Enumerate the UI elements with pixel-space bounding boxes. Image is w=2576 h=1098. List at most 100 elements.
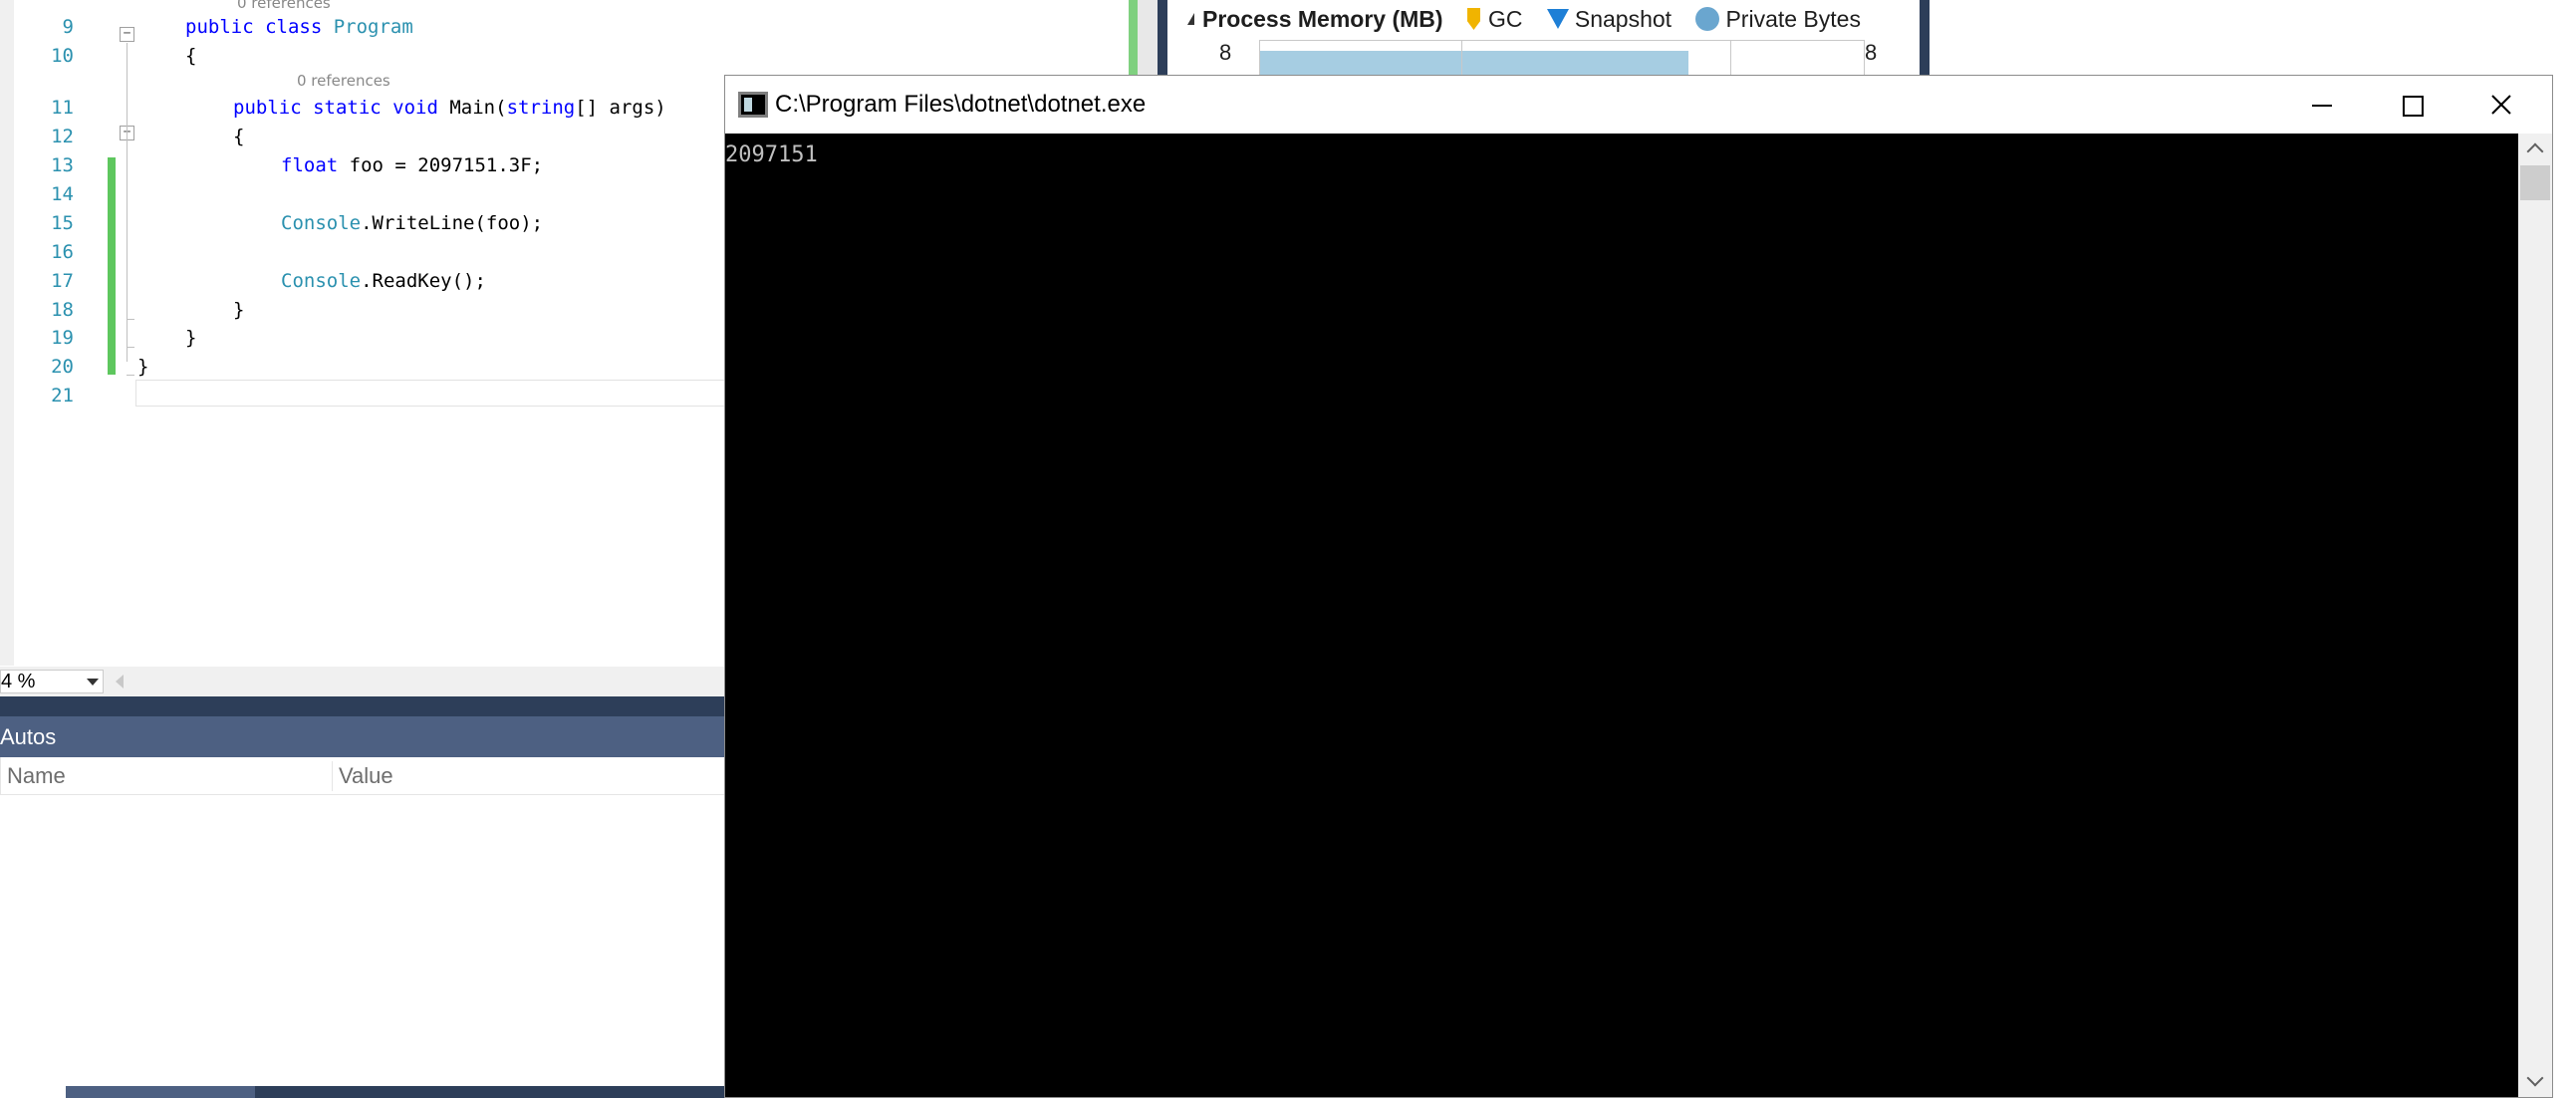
zoom-level-dropdown[interactable]: 4 % bbox=[0, 670, 104, 693]
chart-gridline bbox=[1461, 41, 1462, 76]
line-number: 13 bbox=[51, 154, 74, 176]
code-line[interactable]: 16 bbox=[0, 238, 724, 267]
code-token: } bbox=[185, 327, 197, 349]
autos-panel-header[interactable]: Autos bbox=[0, 716, 724, 757]
code-token: .WriteLine(foo); bbox=[361, 212, 544, 234]
code-line[interactable]: 9 public class Program bbox=[0, 13, 724, 42]
code-text[interactable]: public static void Main(string[] args) bbox=[233, 94, 666, 123]
close-button[interactable] bbox=[2456, 76, 2546, 134]
legend-snapshot-label: Snapshot bbox=[1574, 6, 1673, 32]
code-line[interactable]: 21 bbox=[0, 382, 724, 411]
code-text[interactable]: { bbox=[233, 123, 244, 151]
column-divider[interactable] bbox=[332, 761, 333, 791]
editor-scrollbar[interactable] bbox=[1138, 0, 1158, 75]
line-number: 20 bbox=[51, 356, 74, 378]
snapshot-marker-icon bbox=[1546, 9, 1569, 29]
console-window-title: C:\Program Files\dotnet\dotnet.exe bbox=[775, 91, 1147, 118]
line-number: 12 bbox=[51, 126, 74, 147]
code-token: string bbox=[506, 97, 576, 119]
code-lens-main-references[interactable]: 0 references bbox=[297, 72, 390, 90]
console-output-area[interactable]: 2097151 bbox=[725, 134, 2518, 1097]
panel-separator[interactable] bbox=[0, 696, 724, 716]
legend-private-bytes-label: Private Bytes bbox=[1725, 6, 1861, 32]
code-line[interactable]: 18} bbox=[0, 296, 724, 325]
private-bytes-marker-icon bbox=[1695, 7, 1720, 31]
collapse-triangle-icon bbox=[1187, 13, 1194, 25]
gc-marker-icon bbox=[1466, 8, 1480, 30]
code-token: Console bbox=[281, 212, 362, 234]
code-text[interactable]: } bbox=[185, 324, 196, 353]
code-line[interactable]: 20} bbox=[0, 353, 724, 382]
chevron-down-icon bbox=[87, 679, 99, 686]
code-line[interactable]: 15 Console.WriteLine(foo); bbox=[0, 209, 724, 238]
code-token: [] args) bbox=[575, 97, 666, 119]
autos-column-name[interactable]: Name bbox=[7, 763, 66, 789]
process-memory-toggle[interactable]: Process Memory (MB) bbox=[1187, 4, 1443, 34]
code-text[interactable]: float foo = 2097151.3F; bbox=[281, 151, 543, 180]
code-token: void bbox=[392, 97, 450, 119]
chart-gridline bbox=[1730, 41, 1731, 76]
scroll-left-icon[interactable] bbox=[116, 675, 124, 688]
line-number: 18 bbox=[51, 299, 74, 321]
autos-panel-title: Autos bbox=[0, 724, 57, 749]
code-token: .ReadKey(); bbox=[361, 270, 486, 292]
scroll-up-icon[interactable] bbox=[2526, 142, 2544, 160]
code-line[interactable]: 17 Console.ReadKey(); bbox=[0, 267, 724, 296]
legend-gc: GC bbox=[1466, 4, 1523, 34]
code-text[interactable]: { bbox=[185, 42, 196, 71]
code-line[interactable]: 11 public static void Main(string[] args) bbox=[0, 94, 724, 123]
console-vertical-scrollbar[interactable] bbox=[2518, 134, 2552, 1097]
code-lens-class-references[interactable]: 0 references bbox=[237, 0, 331, 12]
code-text[interactable]: public class Program bbox=[185, 13, 413, 42]
line-number: 14 bbox=[51, 183, 74, 205]
code-token: public bbox=[185, 16, 266, 38]
code-editor[interactable]: 0 references 0 references − − 9public cl… bbox=[0, 0, 733, 666]
private-bytes-area bbox=[1260, 51, 1688, 76]
minimize-button[interactable] bbox=[2277, 76, 2367, 134]
code-text[interactable]: } bbox=[233, 296, 244, 325]
diagnostic-tools-panel: Process Memory (MB) GC Snapshot Private … bbox=[1158, 0, 1930, 76]
memory-legend: Process Memory (MB) GC Snapshot Private … bbox=[1187, 4, 1879, 34]
scroll-down-icon[interactable] bbox=[2526, 1069, 2544, 1087]
code-text[interactable]: Console.ReadKey(); bbox=[281, 267, 486, 296]
bottom-tab-active[interactable] bbox=[66, 1086, 255, 1098]
autos-grid[interactable]: Name Value bbox=[0, 757, 724, 1098]
line-number: 16 bbox=[51, 241, 74, 263]
legend-private-bytes: Private Bytes bbox=[1695, 4, 1861, 34]
console-output-text: 2097151 bbox=[725, 142, 818, 167]
line-number: 9 bbox=[62, 16, 74, 38]
line-number: 19 bbox=[51, 327, 74, 349]
scroll-thumb[interactable] bbox=[2520, 165, 2550, 200]
code-line[interactable]: 10 { bbox=[0, 42, 724, 71]
memory-axis-left-label: 8 bbox=[1219, 40, 1232, 65]
code-token: class bbox=[265, 16, 334, 38]
process-memory-title: Process Memory (MB) bbox=[1202, 6, 1443, 32]
code-token: float bbox=[281, 154, 350, 176]
code-line[interactable]: 19} bbox=[0, 324, 724, 353]
zoom-level-value: 4 % bbox=[1, 671, 36, 692]
code-text[interactable]: Console.WriteLine(foo); bbox=[281, 209, 543, 238]
legend-snapshot: Snapshot bbox=[1546, 4, 1673, 34]
line-number: 15 bbox=[51, 212, 74, 234]
code-token: static bbox=[313, 97, 393, 119]
code-token: { bbox=[233, 126, 245, 147]
memory-axis-right-label: 8 bbox=[1865, 40, 1878, 65]
code-line[interactable]: 13 float foo = 2097151.3F; bbox=[0, 151, 724, 180]
bottom-tab-strip bbox=[66, 1086, 724, 1098]
code-token: Program bbox=[333, 16, 413, 38]
code-token: foo = 2097151.3F; bbox=[349, 154, 544, 176]
legend-gc-label: GC bbox=[1487, 6, 1523, 32]
code-line[interactable]: 14 bbox=[0, 180, 724, 209]
editor-status-bar: 4 % bbox=[0, 667, 724, 696]
console-title-bar[interactable]: C:\Program Files\dotnet\dotnet.exe bbox=[725, 76, 2552, 134]
autos-column-value[interactable]: Value bbox=[339, 763, 393, 789]
code-token: } bbox=[233, 299, 245, 321]
code-text[interactable]: } bbox=[137, 353, 148, 382]
memory-chart[interactable] bbox=[1259, 40, 1865, 76]
console-window[interactable]: C:\Program Files\dotnet\dotnet.exe 20971… bbox=[724, 75, 2553, 1098]
code-line[interactable]: 12 { bbox=[0, 123, 724, 151]
code-token: Console bbox=[281, 270, 362, 292]
console-app-icon[interactable] bbox=[738, 92, 768, 118]
maximize-button[interactable] bbox=[2367, 76, 2456, 134]
line-number: 17 bbox=[51, 270, 74, 292]
